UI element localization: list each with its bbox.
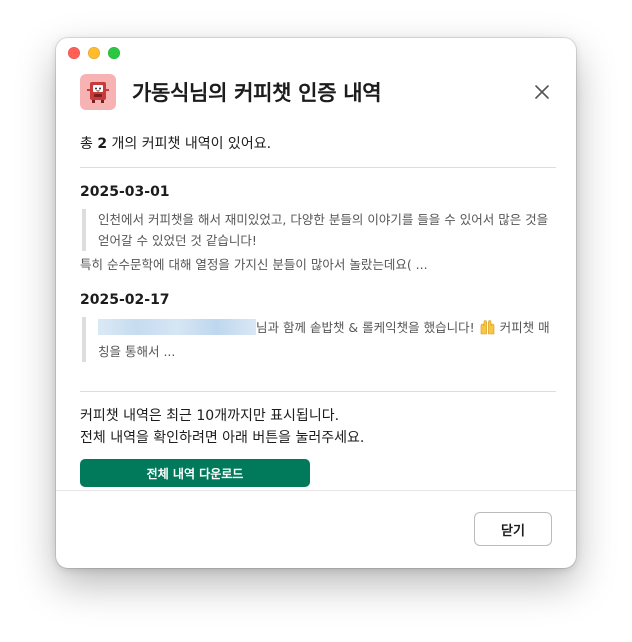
entry-list: 2025-03-01 인천에서 커피챗을 해서 재미있었고, 다양한 분들의 이… (80, 182, 556, 362)
divider (80, 391, 556, 392)
window-minimize-dot[interactable] (88, 47, 100, 59)
download-all-button[interactable]: 전체 내역 다운로드 (80, 459, 310, 487)
dialog-title: 가동식님의 커피챗 인증 내역 (132, 81, 382, 105)
close-icon[interactable] (528, 78, 556, 106)
close-button[interactable]: 닫기 (474, 512, 552, 546)
raised-hands-emoji-icon (479, 319, 496, 341)
list-item: 2025-03-01 인천에서 커피챗을 해서 재미있었고, 다양한 분들의 이… (80, 182, 556, 275)
entry-date: 2025-02-17 (80, 292, 170, 308)
window-controls (68, 47, 120, 59)
window-zoom-dot[interactable] (108, 47, 120, 59)
entry-quote: 님과 함께 솥밥챗 & 롤케익챗을 했습니다! 커피챗 매칭을 통해서 ... (82, 317, 556, 362)
footer-note-line2: 전체 내역을 확인하려면 아래 버튼을 눌러주세요. (80, 430, 365, 446)
list-item: 2025-02-17 님과 함께 솥밥챗 & 롤케익챗을 했습니다! 커피챗 매… (80, 290, 556, 362)
footer-divider (56, 490, 576, 491)
summary-count: 2 (97, 136, 108, 152)
dialog-header: 가동식님의 커피챗 인증 내역 (80, 74, 556, 110)
redacted-name (98, 319, 256, 335)
entry-quote: 인천에서 커피챗을 해서 재미있었고, 다양한 분들의 이야기를 들을 수 있어… (82, 209, 556, 251)
coffee-chat-app-icon (80, 74, 116, 110)
entry-date: 2025-03-01 (80, 184, 170, 200)
dialog-content: 총 2 개의 커피챗 내역이 있어요. 2025-03-01 인천에서 커피챗을… (80, 134, 556, 449)
summary-text: 총 2 개의 커피챗 내역이 있어요. (80, 136, 272, 152)
footer-note-line1: 커피챗 내역은 최근 10개까지만 표시됩니다. (80, 408, 340, 424)
dialog-window: 가동식님의 커피챗 인증 내역 총 2 개의 커피챗 내역이 있어요. 2025… (56, 38, 576, 568)
divider (80, 167, 556, 168)
footer-note: 커피챗 내역은 최근 10개까지만 표시됩니다. 전체 내역을 확인하려면 아래… (80, 405, 556, 449)
entry-extra: 특히 순수문학에 대해 열정을 가지신 분들이 많아서 놀랐는데요( ... (80, 257, 428, 272)
window-close-dot[interactable] (68, 47, 80, 59)
